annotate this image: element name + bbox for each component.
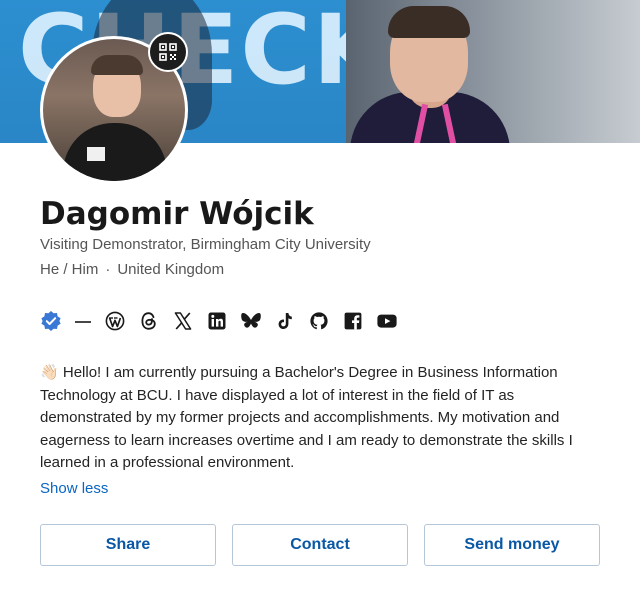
avatar-body (63, 123, 167, 181)
waving-hand-emoji: 👋🏻 (40, 364, 59, 381)
verified-badge-icon[interactable] (40, 310, 62, 332)
wordpress-icon[interactable] (104, 310, 126, 332)
youtube-icon[interactable] (376, 310, 398, 332)
banner-person-hair (388, 6, 470, 38)
facebook-icon[interactable] (342, 310, 364, 332)
share-button[interactable]: Share (40, 524, 216, 566)
meta-separator: · (105, 261, 111, 278)
profile-meta: He / Him · United Kingdom (40, 261, 224, 278)
action-buttons: Share Contact Send money (40, 524, 600, 566)
profile-headline: Visiting Demonstrator, Birmingham City U… (40, 236, 371, 253)
location: United Kingdom (117, 261, 225, 278)
pronouns: He / Him (40, 261, 99, 278)
avatar-hair (91, 55, 143, 75)
send-money-button[interactable]: Send money (424, 524, 600, 566)
avatar-shirt-print (87, 147, 105, 161)
show-less-link[interactable]: Show less (40, 480, 108, 497)
github-icon[interactable] (308, 310, 330, 332)
tiktok-icon[interactable] (274, 310, 296, 332)
threads-icon[interactable] (138, 310, 160, 332)
bluesky-icon[interactable] (240, 310, 262, 332)
bio-text: Hello! I am currently pursuing a Bachelo… (40, 364, 573, 472)
x-icon[interactable] (172, 310, 194, 332)
linkedin-icon[interactable] (206, 310, 228, 332)
qr-code-icon (159, 43, 177, 61)
qr-code-button[interactable] (148, 32, 188, 72)
profile-name: Dagomir Wójcik (40, 196, 314, 232)
profile-card: CHECK-IN Dagomir Wójcik Visiting Demonst… (0, 0, 640, 598)
profile-bio: 👋🏻 Hello! I am currently pursuing a Bach… (40, 362, 600, 475)
divider-dash (74, 310, 92, 332)
contact-button[interactable]: Contact (232, 524, 408, 566)
social-links (40, 310, 398, 332)
